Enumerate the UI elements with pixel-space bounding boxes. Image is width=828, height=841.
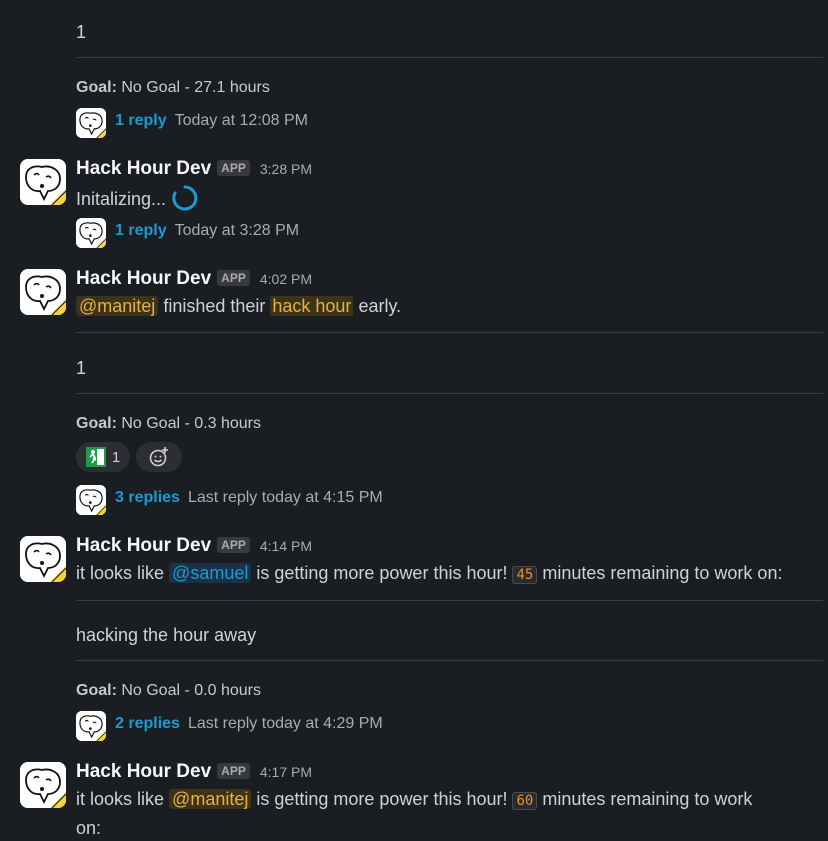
message-body-end: minutes remaining to work on: (537, 563, 783, 583)
message-time[interactable]: 4:14 PM (260, 538, 312, 554)
goal-label: Goal: (76, 682, 117, 699)
goal-label: Goal: (76, 415, 117, 432)
goal-value: No Goal - 0.0 hours (116, 682, 261, 699)
user-mention[interactable]: @manitej (169, 789, 252, 809)
sender-name[interactable]: Hack Hour Dev (76, 761, 211, 783)
divider (76, 332, 823, 333)
message-text-number: 1 (76, 22, 87, 42)
goal-line: Goal: No Goal - 0.3 hours (76, 415, 261, 433)
message-body-mid: is getting more power this hour! (251, 789, 513, 809)
hack-hour-dino-avatar-icon[interactable] (20, 762, 66, 808)
message-header: Hack Hour Dev APP 4:14 PM (76, 535, 312, 557)
message-time[interactable]: 3:28 PM (260, 161, 312, 177)
hack-hour-dino-avatar-icon (76, 711, 106, 741)
message-body-end: early. (353, 296, 402, 316)
message-text: Initalizing... (76, 185, 199, 214)
divider (76, 393, 823, 394)
divider (76, 660, 823, 661)
reply-timestamp: Last reply today at 4:15 PM (187, 489, 383, 506)
minutes-code: 45 (512, 566, 538, 584)
message-header: Hack Hour Dev APP 4:17 PM (76, 761, 312, 783)
message-time[interactable]: 4:02 PM (260, 271, 312, 287)
hack-hour-dino-avatar-icon (76, 108, 106, 138)
reaction-count: 1 (111, 448, 121, 466)
sender-name[interactable]: Hack Hour Dev (76, 268, 211, 290)
keyword-highlight: hack hour (270, 296, 354, 316)
reply-count-link[interactable]: 1 reply (115, 112, 167, 129)
reply-count-link[interactable]: 1 reply (115, 222, 167, 239)
message-body: it looks like (76, 563, 170, 583)
reply-count-link[interactable]: 3 replies (115, 489, 180, 506)
app-badge: APP (217, 160, 250, 176)
message-body: Initalizing... (76, 188, 167, 209)
goal-label: Goal: (76, 79, 117, 96)
message-text: @manitej finished their hack hour early. (76, 296, 401, 317)
divider (76, 600, 823, 601)
hack-hour-dino-avatar-icon[interactable] (20, 269, 66, 315)
message-time[interactable]: 4:17 PM (260, 764, 312, 780)
goal-value: No Goal - 27.1 hours (116, 79, 270, 96)
sender-name[interactable]: Hack Hour Dev (76, 535, 211, 557)
message-text-wrap: on: (76, 818, 102, 838)
message-body-mid: is getting more power this hour! (251, 563, 513, 583)
add-reaction-icon (149, 447, 168, 467)
app-badge: APP (217, 763, 250, 779)
user-mention[interactable]: @samuel (169, 563, 252, 583)
goal-line: Goal: No Goal - 27.1 hours (76, 79, 270, 97)
message-text: it looks like @samuel is getting more po… (76, 563, 782, 584)
loading-spinner-icon (172, 185, 198, 211)
goal-value: No Goal - 0.3 hours (116, 415, 261, 432)
message-body-end: minutes remaining to work (537, 789, 753, 809)
task-text: hacking the hour away (76, 625, 257, 645)
reply-timestamp: Last reply today at 4:29 PM (187, 715, 383, 732)
reaction-pill[interactable]: 1 (76, 442, 130, 472)
emergency-exit-icon (85, 447, 106, 467)
add-reaction-button[interactable] (136, 442, 182, 472)
message-body: it looks like (76, 789, 170, 809)
divider (76, 57, 823, 58)
message-body: finished their (158, 296, 271, 316)
sender-name[interactable]: Hack Hour Dev (76, 158, 211, 180)
user-mention[interactable]: @manitej (76, 296, 159, 316)
reply-timestamp: Today at 12:08 PM (174, 112, 309, 129)
hack-hour-dino-avatar-icon (76, 218, 106, 248)
hack-hour-dino-avatar-icon (76, 485, 106, 515)
app-badge: APP (217, 270, 250, 286)
app-badge: APP (217, 537, 250, 553)
message-text: it looks like @manitej is getting more p… (76, 789, 752, 810)
hack-hour-dino-avatar-icon[interactable] (20, 159, 66, 205)
reply-count-link[interactable]: 2 replies (115, 715, 180, 732)
hack-hour-dino-avatar-icon[interactable] (20, 536, 66, 582)
message-header: Hack Hour Dev APP 4:02 PM (76, 268, 312, 290)
message-text-number: 1 (76, 358, 87, 378)
goal-line: Goal: No Goal - 0.0 hours (76, 682, 261, 700)
message-header: Hack Hour Dev APP 3:28 PM (76, 158, 312, 180)
minutes-code: 60 (512, 792, 538, 810)
reply-timestamp: Today at 3:28 PM (174, 222, 300, 239)
